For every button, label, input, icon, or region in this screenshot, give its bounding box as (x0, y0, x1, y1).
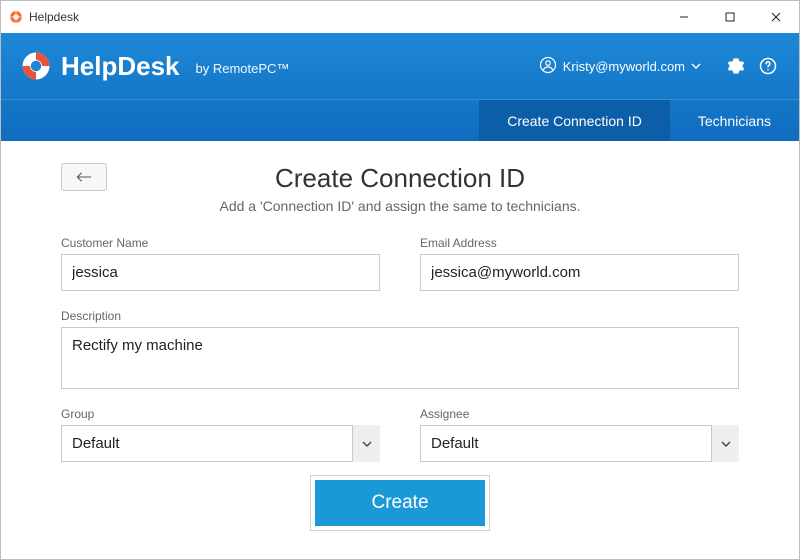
window-minimize-button[interactable] (661, 1, 707, 33)
page-title: Create Connection ID (61, 163, 739, 194)
tab-create-connection-id[interactable]: Create Connection ID (479, 100, 670, 141)
create-button[interactable]: Create (315, 480, 484, 526)
chevron-down-icon (691, 59, 701, 74)
app-icon (9, 10, 23, 24)
brand-name: HelpDesk (61, 51, 180, 82)
group-label: Group (61, 407, 380, 421)
app-window: Helpdesk HelpDesk (0, 0, 800, 560)
header-top: HelpDesk by RemotePC™ Kristy@myworld.com (1, 33, 799, 99)
customer-name-input[interactable] (61, 254, 380, 291)
window-close-button[interactable] (753, 1, 799, 33)
avatar-icon (539, 56, 557, 77)
assignee-field: Assignee (420, 407, 739, 462)
user-menu[interactable]: Kristy@myworld.com (539, 56, 701, 77)
window-title: Helpdesk (29, 10, 79, 24)
content-area: Create Connection ID Add a 'Connection I… (1, 141, 799, 559)
email-label: Email Address (420, 236, 739, 250)
group-select[interactable] (61, 425, 380, 462)
titlebar: Helpdesk (1, 1, 799, 33)
customer-name-label: Customer Name (61, 236, 380, 250)
create-connection-form: Customer Name Email Address Description … (61, 236, 739, 526)
header-tabs: Create Connection ID Technicians (1, 99, 799, 141)
assignee-select[interactable] (420, 425, 739, 462)
lifebuoy-icon (21, 51, 51, 81)
email-field: Email Address (420, 236, 739, 291)
description-label: Description (61, 309, 739, 323)
customer-name-field: Customer Name (61, 236, 380, 291)
window-maximize-button[interactable] (707, 1, 753, 33)
user-display: Kristy@myworld.com (563, 59, 685, 74)
brand-byline: by RemotePC™ (196, 61, 290, 82)
app-header: HelpDesk by RemotePC™ Kristy@myworld.com (1, 33, 799, 141)
email-input[interactable] (420, 254, 739, 291)
description-field: Description (61, 309, 739, 389)
assignee-label: Assignee (420, 407, 739, 421)
tab-technicians[interactable]: Technicians (670, 100, 799, 141)
back-button[interactable] (61, 163, 107, 191)
group-field: Group (61, 407, 380, 462)
page-subtitle: Add a 'Connection ID' and assign the sam… (61, 198, 739, 214)
description-input[interactable] (61, 327, 739, 389)
settings-button[interactable] (725, 55, 747, 77)
help-button[interactable] (757, 55, 779, 77)
brand: HelpDesk by RemotePC™ (21, 51, 289, 82)
